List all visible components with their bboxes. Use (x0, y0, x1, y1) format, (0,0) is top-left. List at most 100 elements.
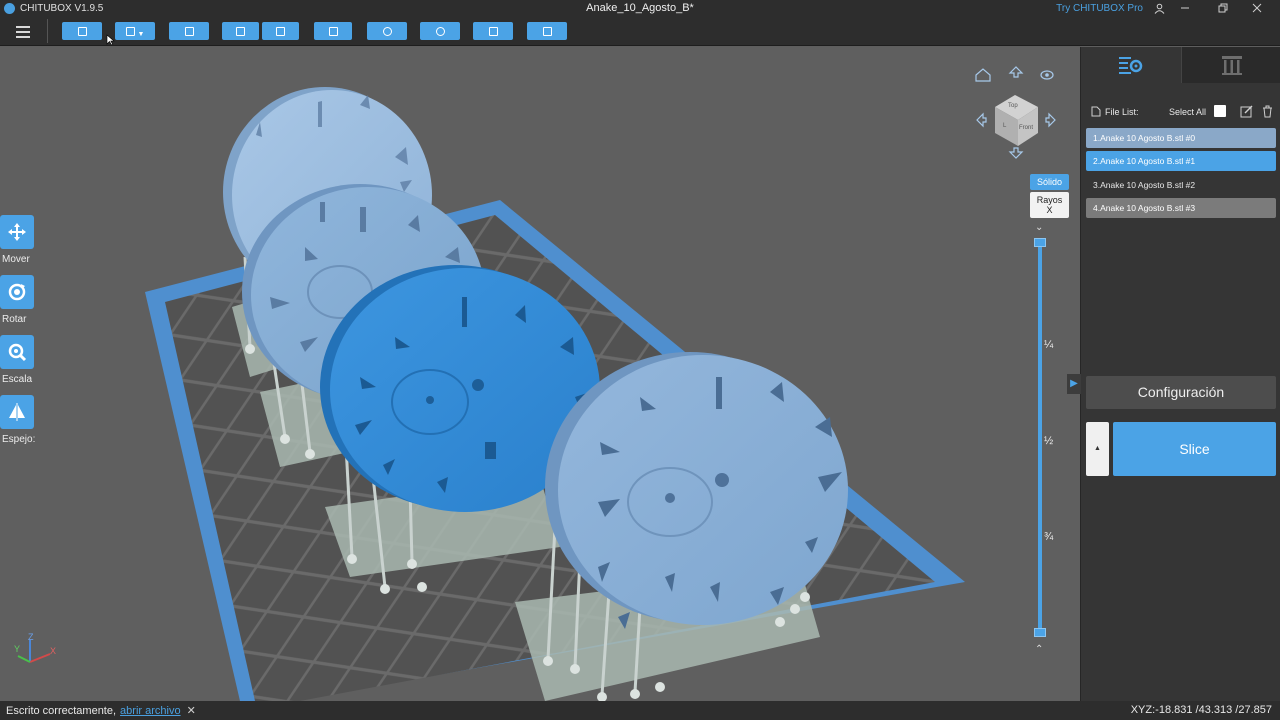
file-icon (1091, 106, 1101, 117)
status-bar: Escrito correctamente, abrir archivo ✕ XYZ… (0, 701, 1280, 720)
try-pro-link[interactable]: Try CHITUBOX Pro (1056, 3, 1143, 14)
scale-button[interactable] (0, 335, 34, 369)
view-left-arrow-icon[interactable] (976, 112, 987, 128)
restore-button[interactable] (1206, 0, 1240, 16)
minimize-button[interactable] (1168, 0, 1202, 16)
redo-icon (276, 26, 285, 36)
solid-mode-button[interactable]: Sólido (1030, 174, 1069, 190)
dig-hole-button[interactable] (473, 22, 513, 40)
slider-bottom-handle[interactable] (1034, 628, 1046, 637)
edit-icon[interactable] (1240, 105, 1253, 118)
repair-button[interactable] (527, 22, 567, 40)
file-list-item[interactable]: 1.Anake 10 Agosto B.stl #0 (1086, 128, 1276, 148)
file-list: 1.Anake 10 Agosto B.stl #0 2.Anake 10 Ag… (1086, 128, 1276, 221)
undo-button[interactable] (222, 22, 259, 40)
view-down-arrow-icon[interactable] (1008, 147, 1024, 159)
hollow-button[interactable] (420, 22, 460, 40)
status-message: Escrito correctamente, (6, 705, 117, 717)
open-file-button[interactable] (62, 22, 102, 40)
redo-button[interactable] (262, 22, 299, 40)
rotate-icon (8, 283, 26, 301)
toolbar: ▼ (0, 16, 1280, 46)
auto-layout-button[interactable] (367, 22, 407, 40)
file-list-header: File List: Select All (1089, 105, 1275, 119)
scale-label: Escala (2, 374, 33, 385)
file-list-label: File List: (1105, 107, 1139, 117)
slider-top-handle[interactable] (1034, 238, 1046, 247)
repair-icon (542, 26, 552, 36)
axis-y-label: Y (14, 644, 21, 654)
tab-supports[interactable] (1181, 47, 1280, 83)
model-disc-2-hole (426, 396, 434, 404)
model-disc-2-hole (472, 379, 484, 391)
layout-icon (382, 26, 392, 36)
rotate-tool[interactable]: Rotar (0, 275, 34, 325)
file-list-item-selected[interactable]: 2.Anake 10 Agosto B.stl #1 (1086, 151, 1276, 172)
right-panel: File List: Select All 1.Anake 10 Agosto … (1067, 47, 1280, 701)
file-list-item[interactable]: 3.Anake 10 Agosto B.stl #2 (1086, 175, 1276, 195)
render-mode-toggle[interactable]: Sólido Rayos X (1030, 174, 1069, 220)
view-right-arrow-icon[interactable] (1045, 112, 1056, 128)
layer-slider[interactable]: ⌄ ¼ ½ ¾ ⌃ (1028, 220, 1054, 660)
toolbar-divider (47, 19, 48, 43)
close-button[interactable] (1240, 0, 1274, 16)
slice-button[interactable]: Slice (1113, 422, 1276, 476)
open-file-link[interactable]: abrir archivo (120, 705, 181, 717)
xyz-coordinates: XYZ:-18.831 /43.313 /27.857 (1130, 704, 1272, 716)
rotate-button[interactable] (0, 275, 34, 309)
save-button[interactable]: ▼ (115, 22, 155, 40)
slider-track[interactable] (1038, 243, 1042, 633)
move-label: Mover (2, 254, 30, 265)
undo-icon (236, 26, 245, 36)
file-list-item[interactable]: 4.Anake 10 Agosto B.stl #3 (1086, 197, 1276, 218)
panel-tabs (1081, 47, 1280, 83)
axis-x-label: X (50, 646, 57, 656)
chevron-down-icon[interactable]: ▼ (138, 31, 145, 38)
move-tool[interactable]: Mover (0, 215, 34, 265)
save-icon (125, 26, 135, 36)
home-view-icon[interactable] (975, 68, 991, 82)
move-button[interactable] (0, 215, 34, 249)
scale-tool[interactable]: Escala (0, 335, 34, 385)
xray-mode-button[interactable]: Rayos X (1030, 192, 1069, 218)
slider-tick-three-quarter: ¾ (1044, 531, 1054, 543)
mirror-button[interactable] (0, 395, 34, 429)
view-cube[interactable]: Top Front L (968, 65, 1058, 160)
hamburger-menu-icon[interactable] (12, 24, 34, 40)
configuration-button[interactable]: Configuración (1086, 376, 1276, 409)
chevron-up-icon[interactable]: ⌃ (1035, 644, 1043, 655)
slice-group: ▲ Slice (1086, 422, 1276, 476)
mirror-icon (9, 403, 25, 421)
app-title: CHITUBOX V1.9.5 (20, 2, 104, 14)
axis-z-label: Z (28, 632, 34, 642)
axis-gizmo: Z X Y (12, 632, 62, 674)
import-icon (184, 26, 194, 36)
tab-file-settings[interactable] (1081, 47, 1181, 83)
build-plate-scene[interactable] (0, 47, 1080, 701)
cube-left-label: L (1003, 123, 1007, 129)
3d-viewport[interactable]: Mover Rotar Escala Espejo: Top Front L S… (0, 47, 1080, 701)
visibility-eye-icon[interactable] (1040, 70, 1054, 80)
cube-top-label: Top (1008, 103, 1018, 109)
mirror-tool[interactable]: Espejo: (0, 395, 36, 445)
model-disc-3-hole (715, 473, 729, 487)
folder-icon (77, 26, 87, 36)
cube-front-label: Front (1019, 125, 1034, 131)
status-message-wrap: Escrito correctamente, abrir archivo ✕ (6, 704, 196, 717)
select-all-checkbox[interactable] (1214, 105, 1226, 117)
trash-icon[interactable] (1261, 105, 1274, 118)
collapse-panel-button[interactable]: ▶ (1067, 374, 1081, 394)
move-icon (8, 223, 26, 241)
chitubox-window: CHITUBOX V1.9.5 Anake_10_Agosto_B* Try C… (0, 0, 1280, 720)
copy-button[interactable] (314, 22, 352, 40)
chevron-down-icon[interactable]: ⌄ (1035, 222, 1043, 233)
mirror-label: Espejo: (2, 434, 36, 445)
view-up-arrow-icon[interactable] (1008, 66, 1024, 78)
slice-options-arrow[interactable]: ▲ (1086, 422, 1109, 476)
dismiss-status-icon[interactable]: ✕ (187, 705, 196, 717)
model-disc-3[interactable] (558, 355, 848, 625)
slider-tick-quarter: ¼ (1044, 339, 1054, 351)
import-button[interactable] (169, 22, 209, 40)
list-settings-icon (1119, 57, 1143, 74)
scale-icon (8, 343, 27, 362)
